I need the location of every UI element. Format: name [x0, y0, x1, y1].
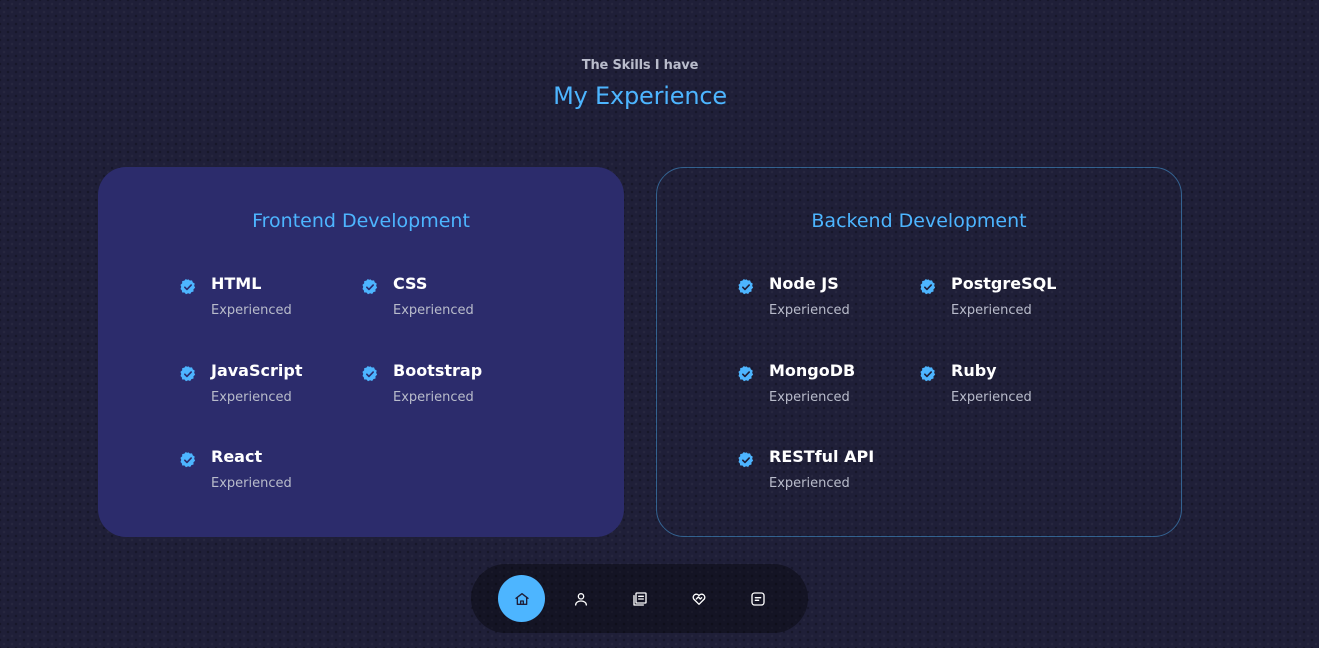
skill-name: Node JS — [769, 274, 839, 293]
verified-badge-icon — [362, 366, 378, 382]
skill-name: RESTful API — [769, 447, 875, 466]
skill-name: PostgreSQL — [951, 274, 1057, 293]
skill-level: Experienced — [393, 303, 474, 318]
skill-level: Experienced — [951, 303, 1032, 318]
backend-card-title: Backend Development — [811, 210, 1027, 232]
skill-item-mongodb: MongoDB Experienced — [737, 361, 907, 411]
message-icon — [750, 591, 765, 606]
nav-experience-button[interactable] — [616, 575, 663, 622]
verified-badge-icon — [738, 279, 754, 295]
skill-name: HTML — [211, 274, 262, 293]
verified-badge-icon — [180, 279, 196, 295]
skill-level: Experienced — [951, 390, 1032, 405]
verified-badge-icon — [920, 279, 936, 295]
verified-badge-icon — [738, 366, 754, 382]
skill-name: MongoDB — [769, 361, 856, 380]
skill-item-postgresql: PostgreSQL Experienced — [919, 274, 1089, 324]
skill-item-restful-api: RESTful API Experienced — [737, 447, 907, 497]
nav-contact-button[interactable] — [734, 575, 781, 622]
skill-item-html: HTML Experienced — [179, 274, 349, 324]
skill-item-nodejs: Node JS Experienced — [737, 274, 907, 324]
backend-card: Backend Development Node JS Experienced … — [656, 167, 1182, 537]
skill-item-react: React Experienced — [179, 447, 349, 497]
skill-name: CSS — [393, 274, 428, 293]
frontend-card: Frontend Development HTML Experienced CS… — [98, 167, 624, 537]
skill-level: Experienced — [211, 303, 292, 318]
verified-badge-icon — [180, 366, 196, 382]
verified-badge-icon — [738, 452, 754, 468]
skill-level: Experienced — [393, 390, 474, 405]
skill-name: Bootstrap — [393, 361, 483, 380]
skill-level: Experienced — [769, 476, 850, 491]
skill-level: Experienced — [211, 476, 292, 491]
skill-level: Experienced — [211, 390, 292, 405]
skill-item-css: CSS Experienced — [361, 274, 531, 324]
skill-level: Experienced — [769, 390, 850, 405]
verified-badge-icon — [180, 452, 196, 468]
bottom-nav — [471, 564, 808, 633]
home-icon — [514, 592, 529, 605]
skill-name: Ruby — [951, 361, 997, 380]
frontend-card-title: Frontend Development — [252, 210, 470, 232]
skill-name: JavaScript — [211, 361, 303, 380]
user-icon — [574, 592, 587, 606]
book-icon — [632, 591, 647, 606]
skill-name: React — [211, 447, 263, 466]
section-title: My Experience — [553, 82, 727, 110]
nav-about-button[interactable] — [557, 575, 604, 622]
nav-home-button[interactable] — [498, 575, 545, 622]
skill-item-ruby: Ruby Experienced — [919, 361, 1089, 411]
skill-item-bootstrap: Bootstrap Experienced — [361, 361, 531, 411]
skill-level: Experienced — [769, 303, 850, 318]
nav-services-button[interactable] — [675, 575, 722, 622]
section-subtitle: The Skills I have — [581, 58, 699, 73]
verified-badge-icon — [920, 366, 936, 382]
skill-item-javascript: JavaScript Experienced — [179, 361, 349, 411]
verified-badge-icon — [362, 279, 378, 295]
services-icon — [692, 593, 705, 605]
